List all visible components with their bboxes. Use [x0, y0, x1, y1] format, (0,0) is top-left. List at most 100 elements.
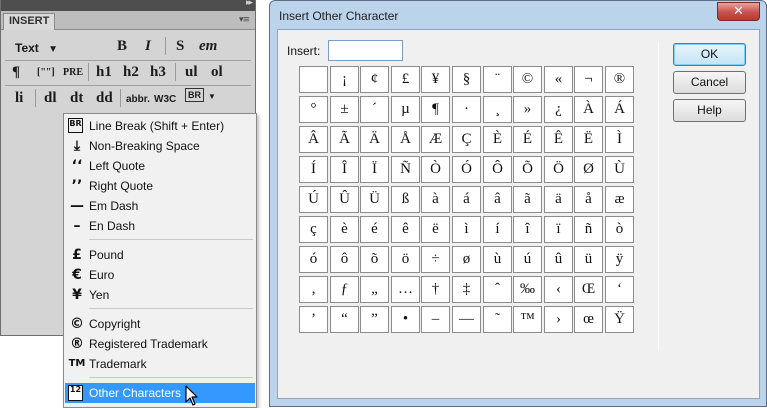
- character-cell[interactable]: â: [483, 186, 512, 213]
- character-cell[interactable]: ´: [360, 96, 389, 123]
- character-cell[interactable]: Œ: [574, 276, 603, 303]
- character-cell[interactable]: È: [483, 126, 512, 153]
- panel-menu-icon[interactable]: ▾≡: [239, 15, 250, 25]
- tab-insert[interactable]: INSERT: [3, 13, 56, 30]
- character-cell[interactable]: ™: [513, 306, 542, 333]
- menu-item-yen[interactable]: ¥ Yen: [65, 285, 255, 305]
- character-cell[interactable]: ï: [544, 216, 573, 243]
- bold-button[interactable]: B: [117, 37, 127, 55]
- menu-item-trademark[interactable]: TM Trademark: [65, 354, 255, 374]
- character-cell[interactable]: Ø: [574, 156, 603, 183]
- dl-button[interactable]: dl: [44, 89, 57, 107]
- character-cell[interactable]: ‡: [452, 276, 481, 303]
- character-cell[interactable]: ˆ: [483, 276, 512, 303]
- dd-button[interactable]: dd: [96, 89, 113, 107]
- character-cell[interactable]: Ú: [299, 186, 328, 213]
- character-cell[interactable]: Í: [299, 156, 328, 183]
- character-cell[interactable]: Ü: [360, 186, 389, 213]
- pre-button[interactable]: PRE: [63, 64, 83, 82]
- character-cell[interactable]: …: [391, 276, 420, 303]
- menu-item-left-quote[interactable]: ‘‘ Left Quote: [65, 156, 255, 176]
- character-cell[interactable]: ò: [605, 216, 634, 243]
- character-cell[interactable]: ‚: [299, 276, 328, 303]
- h1-button[interactable]: h1: [96, 63, 112, 81]
- character-cell[interactable]: ß: [391, 186, 420, 213]
- character-cell[interactable]: Ë: [574, 126, 603, 153]
- character-cell[interactable]: ÷: [421, 246, 450, 273]
- character-cell[interactable]: Ç: [452, 126, 481, 153]
- character-cell[interactable]: Ÿ: [605, 306, 634, 333]
- character-cell[interactable]: œ: [574, 306, 603, 333]
- em-button[interactable]: em: [199, 37, 217, 55]
- character-cell[interactable]: ÿ: [605, 246, 634, 273]
- character-cell[interactable]: Ò: [421, 156, 450, 183]
- character-cell[interactable]: ä: [544, 186, 573, 213]
- character-cell[interactable]: £: [391, 66, 420, 93]
- menu-item-en-dash[interactable]: – En Dash: [65, 216, 255, 236]
- ul-button[interactable]: ul: [185, 63, 198, 81]
- character-cell[interactable]: Ï: [360, 156, 389, 183]
- character-cell[interactable]: ±: [330, 96, 359, 123]
- character-cell[interactable]: æ: [605, 186, 634, 213]
- menu-item-copyright[interactable]: © Copyright: [65, 314, 255, 334]
- character-cell[interactable]: Ä: [360, 126, 389, 153]
- character-cell[interactable]: §: [452, 66, 481, 93]
- menu-item-pound[interactable]: £ Pound: [65, 245, 255, 265]
- blockquote-button[interactable]: [""]: [37, 64, 55, 82]
- character-cell[interactable]: ñ: [574, 216, 603, 243]
- ok-button[interactable]: OK: [673, 43, 746, 66]
- paragraph-button[interactable]: ¶: [12, 63, 20, 81]
- w3c-acronym-button[interactable]: W3C: [154, 91, 176, 109]
- character-cell[interactable]: Ã: [330, 126, 359, 153]
- character-cell[interactable]: [299, 66, 328, 93]
- character-cell[interactable]: ü: [574, 246, 603, 273]
- character-cell[interactable]: ¥: [421, 66, 450, 93]
- character-cell[interactable]: ç: [299, 216, 328, 243]
- character-cell[interactable]: ¢: [360, 66, 389, 93]
- dt-button[interactable]: dt: [70, 89, 83, 107]
- insert-input[interactable]: [328, 40, 403, 61]
- character-cell[interactable]: á: [452, 186, 481, 213]
- help-button[interactable]: Help: [673, 99, 746, 122]
- character-cell[interactable]: •: [391, 306, 420, 333]
- characters-dropdown-arrow-icon[interactable]: ▼: [208, 92, 216, 102]
- character-cell[interactable]: ë: [421, 216, 450, 243]
- character-cell[interactable]: ¡: [330, 66, 359, 93]
- character-cell[interactable]: ö: [391, 246, 420, 273]
- character-cell[interactable]: —: [452, 306, 481, 333]
- character-cell[interactable]: Õ: [513, 156, 542, 183]
- character-cell[interactable]: ˜: [483, 306, 512, 333]
- menu-item-euro[interactable]: € Euro: [65, 265, 255, 285]
- character-cell[interactable]: î: [513, 216, 542, 243]
- character-cell[interactable]: °: [299, 96, 328, 123]
- character-cell[interactable]: ƒ: [330, 276, 359, 303]
- character-cell[interactable]: ú: [513, 246, 542, 273]
- character-cell[interactable]: Á: [605, 96, 634, 123]
- cancel-button[interactable]: Cancel: [673, 71, 746, 94]
- character-cell[interactable]: õ: [360, 246, 389, 273]
- character-cell[interactable]: Ù: [605, 156, 634, 183]
- menu-item-em-dash[interactable]: — Em Dash: [65, 196, 255, 216]
- character-cell[interactable]: ¿: [544, 96, 573, 123]
- character-cell[interactable]: ê: [391, 216, 420, 243]
- character-cell[interactable]: ø: [452, 246, 481, 273]
- character-cell[interactable]: Ê: [544, 126, 573, 153]
- character-cell[interactable]: «: [544, 66, 573, 93]
- character-cell[interactable]: ù: [483, 246, 512, 273]
- character-cell[interactable]: ®: [605, 66, 634, 93]
- character-cell[interactable]: ‹: [544, 276, 573, 303]
- character-cell[interactable]: ¬: [574, 66, 603, 93]
- character-cell[interactable]: ì: [452, 216, 481, 243]
- character-cell[interactable]: ‘: [605, 276, 634, 303]
- menu-item-other-characters[interactable]: 12 Other Characters: [65, 383, 255, 403]
- h2-button[interactable]: h2: [123, 63, 139, 81]
- character-cell[interactable]: ¨: [483, 66, 512, 93]
- ol-button[interactable]: ol: [211, 63, 223, 81]
- character-cell[interactable]: ó: [299, 246, 328, 273]
- character-cell[interactable]: Ì: [605, 126, 634, 153]
- character-cell[interactable]: “: [330, 306, 359, 333]
- character-cell[interactable]: Ñ: [391, 156, 420, 183]
- characters-button[interactable]: BR: [185, 88, 204, 102]
- character-cell[interactable]: ã: [513, 186, 542, 213]
- character-cell[interactable]: ‰: [513, 276, 542, 303]
